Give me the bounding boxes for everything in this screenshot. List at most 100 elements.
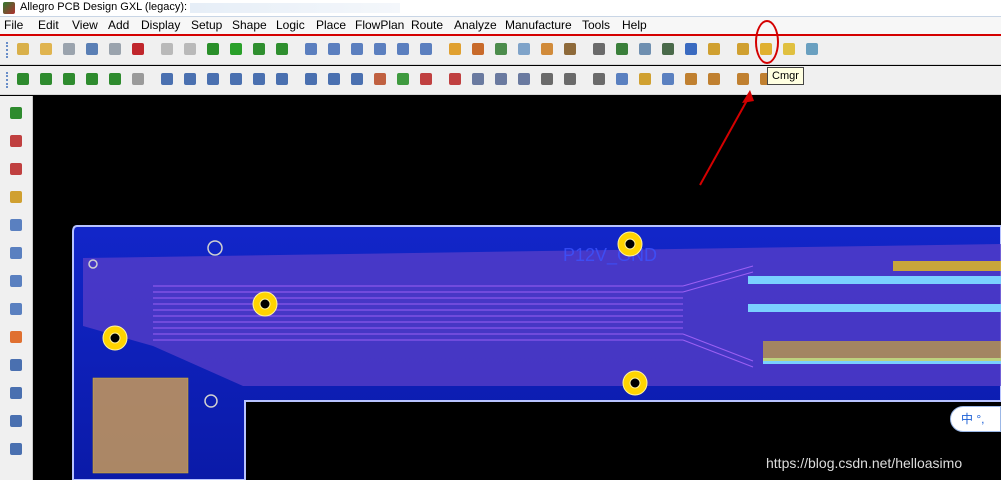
menu-shape[interactable]: Shape — [232, 18, 267, 32]
shadow-button[interactable] — [561, 40, 579, 58]
merge-shape-button[interactable] — [348, 70, 366, 88]
auto-route-button[interactable] — [7, 356, 25, 374]
menu-view[interactable]: View — [72, 18, 98, 32]
swap-button[interactable] — [7, 132, 25, 150]
bus-button[interactable] — [7, 328, 25, 346]
zoom-world-button[interactable] — [417, 40, 435, 58]
line-button[interactable] — [7, 412, 25, 430]
open-button[interactable] — [37, 40, 55, 58]
fill-button[interactable] — [371, 70, 389, 88]
place-button[interactable] — [394, 70, 412, 88]
package-button[interactable] — [492, 70, 510, 88]
undo-button[interactable] — [158, 40, 176, 58]
pcb-green-1-button[interactable] — [14, 70, 32, 88]
board-button[interactable] — [659, 40, 677, 58]
shape-l-button[interactable] — [158, 70, 176, 88]
delete-button[interactable] — [129, 40, 147, 58]
rect-button[interactable] — [7, 440, 25, 458]
zoom-fit-button[interactable] — [325, 40, 343, 58]
cmgr-button[interactable] — [613, 40, 631, 58]
layers-button[interactable] — [273, 40, 291, 58]
new-button[interactable] — [14, 40, 32, 58]
symbol-button[interactable] — [515, 70, 533, 88]
zoom-points-button[interactable] — [302, 40, 320, 58]
menu-place[interactable]: Place — [316, 18, 346, 32]
void-shape-button[interactable] — [273, 70, 291, 88]
route-button[interactable] — [659, 70, 677, 88]
spreadsheet-button[interactable] — [636, 40, 654, 58]
swap-icon — [10, 135, 22, 147]
menu-route[interactable]: Route — [411, 18, 443, 32]
grid-button[interactable] — [250, 40, 268, 58]
select-shape-button[interactable] — [227, 70, 245, 88]
void-circle-button[interactable] — [325, 70, 343, 88]
add-connect-button[interactable] — [7, 188, 25, 206]
menu-edit[interactable]: Edit — [38, 18, 59, 32]
move-button[interactable] — [83, 40, 101, 58]
pcb-green-2-button[interactable] — [37, 70, 55, 88]
menu-setup[interactable]: Setup — [191, 18, 222, 32]
menu-manufacture[interactable]: Manufacture — [505, 18, 572, 32]
drc-button[interactable] — [636, 70, 654, 88]
camera-button[interactable] — [538, 70, 556, 88]
slide-route-button[interactable] — [7, 216, 25, 234]
grid-icon — [253, 43, 265, 55]
grid-toggle-button[interactable] — [515, 40, 533, 58]
properties-button[interactable] — [705, 40, 723, 58]
grid-snap-button[interactable] — [613, 70, 631, 88]
measure-button[interactable] — [446, 70, 464, 88]
3d-view-button[interactable] — [469, 40, 487, 58]
pcb-green-4-button[interactable] — [83, 70, 101, 88]
menu-analyze[interactable]: Analyze — [454, 18, 497, 32]
via-button[interactable] — [561, 70, 579, 88]
annotation-arrow — [699, 90, 754, 186]
zoom-in-button[interactable] — [348, 40, 366, 58]
stack-button[interactable] — [590, 40, 608, 58]
ratsnest-button[interactable] — [204, 40, 222, 58]
dimension-button[interactable] — [417, 70, 435, 88]
save-button[interactable] — [60, 40, 78, 58]
connect-button[interactable] — [7, 160, 25, 178]
move-icon — [86, 43, 98, 55]
rect-icon — [10, 443, 22, 455]
zoom-out-button[interactable] — [371, 40, 389, 58]
pcb-gray-button[interactable] — [129, 70, 147, 88]
via-icon — [564, 73, 576, 85]
custom-smooth-button[interactable] — [7, 272, 25, 290]
dehighlight-button[interactable] — [803, 40, 821, 58]
text-button[interactable] — [590, 70, 608, 88]
redraw-button[interactable] — [446, 40, 464, 58]
vertex-button[interactable] — [7, 300, 25, 318]
menu-file[interactable]: File — [4, 18, 23, 32]
void-rect-button[interactable] — [302, 70, 320, 88]
pin-button[interactable] — [227, 40, 245, 58]
menu-tools[interactable]: Tools — [582, 18, 610, 32]
menu-add[interactable]: Add — [108, 18, 129, 32]
place-manual-button[interactable] — [7, 104, 25, 122]
menu-logic[interactable]: Logic — [276, 18, 305, 32]
toolbar-grip[interactable] — [6, 42, 12, 58]
info-button[interactable] — [682, 40, 700, 58]
rect-shape-button[interactable] — [181, 70, 199, 88]
shape-toolbar — [0, 66, 1001, 95]
spline-button[interactable] — [7, 384, 25, 402]
redo-button[interactable] — [181, 40, 199, 58]
ime-indicator[interactable]: 中 °, — [950, 406, 1001, 432]
menu-help[interactable]: Help — [622, 18, 647, 32]
edit-shape-button[interactable] — [250, 70, 268, 88]
number-button[interactable] — [734, 40, 752, 58]
delay-tune-button[interactable] — [7, 244, 25, 262]
pcb-canvas[interactable]: P12V_GND — [33, 96, 1001, 480]
menu-display[interactable]: Display — [141, 18, 180, 32]
copy-button[interactable] — [106, 40, 124, 58]
pcb-green-3-button[interactable] — [60, 70, 78, 88]
zoom-prev-button[interactable] — [394, 40, 412, 58]
step-button[interactable] — [492, 40, 510, 58]
menu-flowplan[interactable]: FlowPlan — [355, 18, 404, 32]
odb-button[interactable] — [469, 70, 487, 88]
color-button[interactable] — [538, 40, 556, 58]
light-button[interactable] — [780, 40, 798, 58]
toolbar-grip[interactable] — [6, 72, 12, 88]
circle-shape-button[interactable] — [204, 70, 222, 88]
pcb-green-5-button[interactable] — [106, 70, 124, 88]
